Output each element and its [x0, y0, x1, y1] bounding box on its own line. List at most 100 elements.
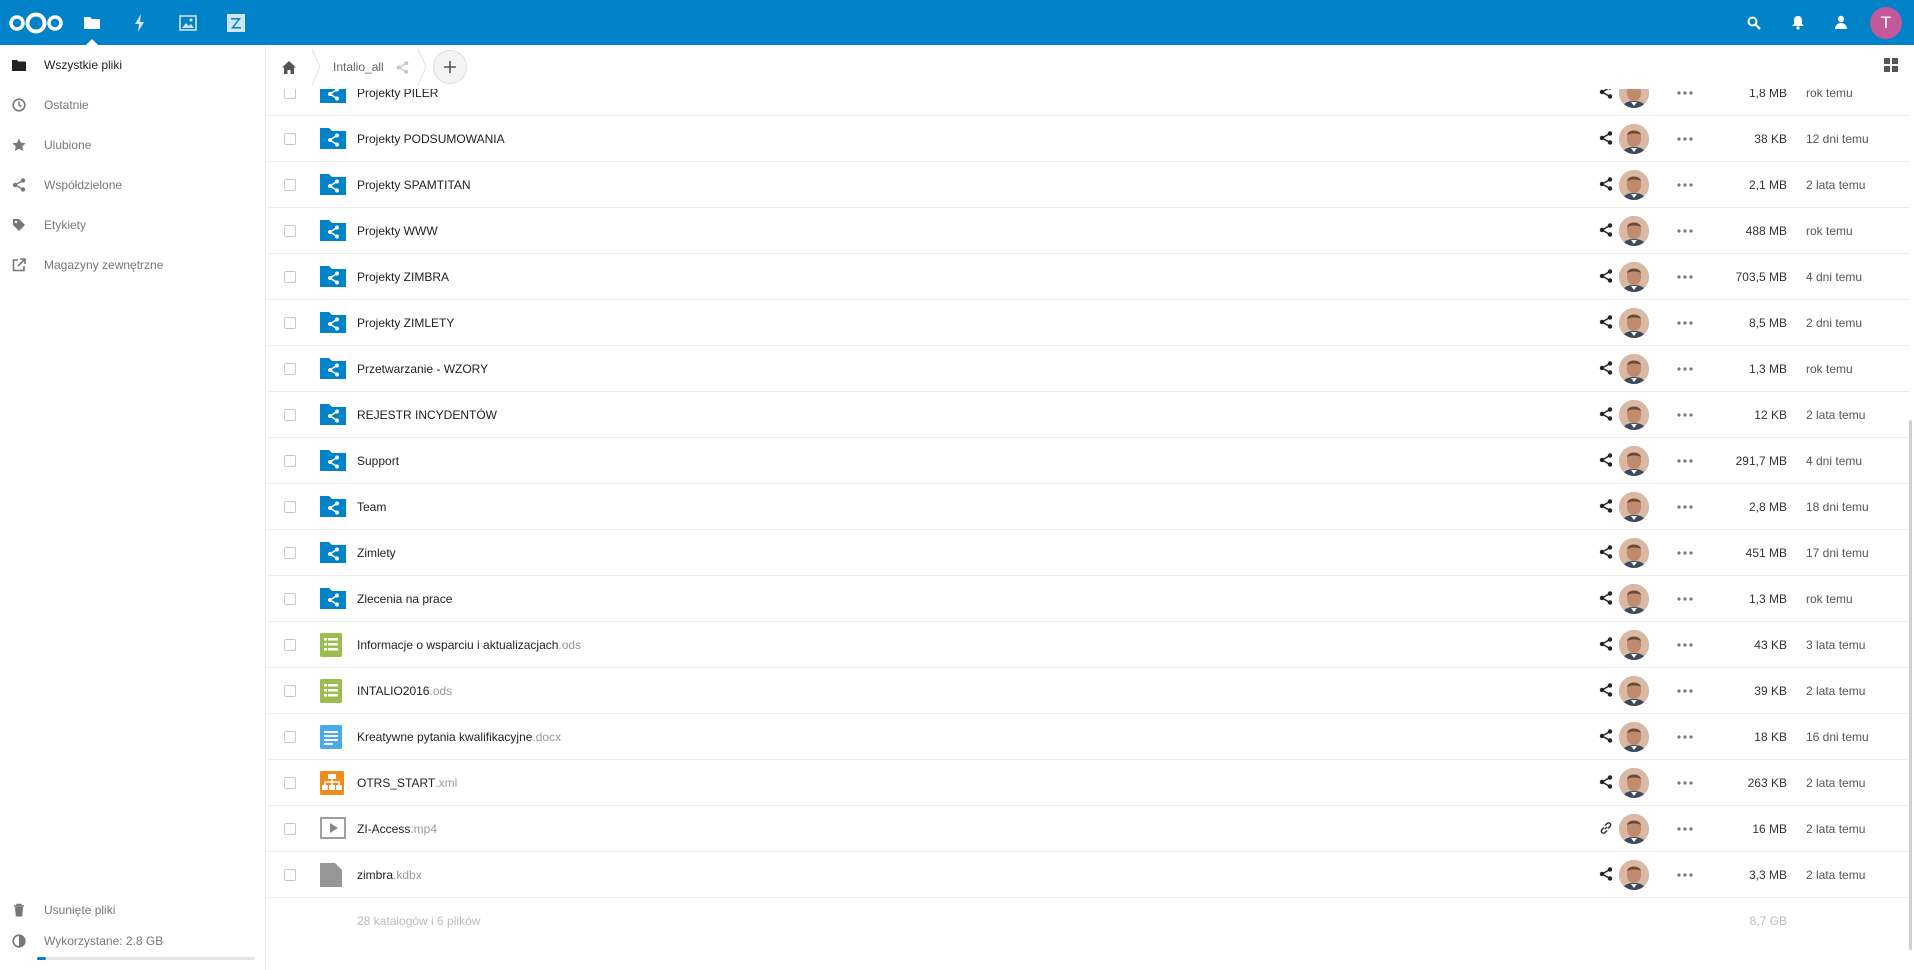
more-actions-icon[interactable] — [1677, 453, 1695, 469]
share-icon[interactable] — [1599, 269, 1615, 285]
sidebar-item-tags[interactable]: Etykiety — [0, 205, 265, 245]
quota-indicator[interactable]: Wykorzystane: 2.8 GB — [0, 924, 266, 958]
select-checkbox[interactable] — [284, 455, 296, 467]
file-name[interactable]: INTALIO2016 .ods — [357, 668, 452, 714]
share-icon[interactable] — [1599, 499, 1615, 515]
link-icon[interactable] — [1599, 821, 1615, 837]
file-name[interactable]: Team — [357, 484, 386, 530]
share-icon[interactable] — [1599, 315, 1615, 331]
owner-avatar[interactable] — [1619, 584, 1649, 614]
more-actions-icon[interactable] — [1677, 591, 1695, 607]
select-checkbox[interactable] — [284, 363, 296, 375]
more-actions-icon[interactable] — [1677, 223, 1695, 239]
file-name[interactable]: Zlecenia na prace — [357, 576, 452, 622]
select-checkbox[interactable] — [284, 823, 296, 835]
owner-avatar[interactable] — [1619, 814, 1649, 844]
table-row[interactable]: Support 291,7 MB 4 dni temu — [267, 438, 1910, 484]
table-row[interactable]: Projekty SPAMTITAN 2,1 MB 2 lata temu — [267, 162, 1910, 208]
table-row[interactable]: Team 2,8 MB 18 dni temu — [267, 484, 1910, 530]
activity-app-icon[interactable] — [116, 0, 164, 45]
select-checkbox[interactable] — [284, 777, 296, 789]
more-actions-icon[interactable] — [1677, 315, 1695, 331]
file-name[interactable]: Kreatywne pytania kwalifikacyjne .docx — [357, 714, 561, 760]
file-name[interactable]: OTRS_START .xml — [357, 760, 457, 806]
file-name[interactable]: REJESTR INCYDENTÓW — [357, 392, 497, 438]
file-name[interactable]: Informacje o wsparciu i aktualizacjach .o… — [357, 622, 581, 668]
select-checkbox[interactable] — [284, 685, 296, 697]
more-actions-icon[interactable] — [1677, 269, 1695, 285]
sidebar-item-external-storage[interactable]: Magazyny zewnętrzne — [0, 245, 265, 285]
more-actions-icon[interactable] — [1677, 177, 1695, 193]
new-file-button[interactable] — [432, 50, 467, 84]
file-name[interactable]: Projekty SPAMTITAN — [357, 162, 471, 208]
more-actions-icon[interactable] — [1677, 775, 1695, 791]
sidebar-item-recent[interactable]: Ostatnie — [0, 85, 265, 125]
more-actions-icon[interactable] — [1677, 499, 1695, 515]
file-name[interactable]: Projekty ZIMBRA — [357, 254, 449, 300]
select-checkbox[interactable] — [284, 133, 296, 145]
more-actions-icon[interactable] — [1677, 821, 1695, 837]
owner-avatar[interactable] — [1619, 722, 1649, 752]
sidebar-item-all-files[interactable]: Wszystkie pliki — [0, 45, 265, 85]
file-name[interactable]: ZI-Access .mp4 — [357, 806, 437, 852]
more-actions-icon[interactable] — [1677, 545, 1695, 561]
share-icon[interactable] — [396, 60, 409, 74]
table-row[interactable]: Projekty ZIMLETY 8,5 MB 2 dni temu — [267, 300, 1910, 346]
select-checkbox[interactable] — [284, 501, 296, 513]
share-icon[interactable] — [1599, 545, 1615, 561]
owner-avatar[interactable] — [1619, 768, 1649, 798]
file-name[interactable]: Support — [357, 438, 399, 484]
share-icon[interactable] — [1599, 223, 1615, 239]
share-icon[interactable] — [1599, 453, 1615, 469]
gallery-app-icon[interactable] — [164, 0, 212, 45]
table-row[interactable]: Projekty PODSUMOWANIA 38 KB 12 dni temu — [267, 116, 1910, 162]
owner-avatar[interactable] — [1619, 216, 1649, 246]
owner-avatar[interactable] — [1619, 262, 1649, 292]
share-icon[interactable] — [1599, 637, 1615, 653]
select-checkbox[interactable] — [284, 179, 296, 191]
owner-avatar[interactable] — [1619, 354, 1649, 384]
grid-view-toggle-icon[interactable] — [1884, 58, 1902, 76]
home-icon[interactable] — [267, 45, 311, 89]
owner-avatar[interactable] — [1619, 400, 1649, 430]
scrollbar[interactable] — [1909, 420, 1912, 950]
table-row[interactable]: Kreatywne pytania kwalifikacyjne .docx 18 … — [267, 714, 1910, 760]
select-checkbox[interactable] — [284, 869, 296, 881]
more-actions-icon[interactable] — [1677, 867, 1695, 883]
file-name[interactable]: Projekty WWW — [357, 208, 438, 254]
zimbra-app-icon[interactable] — [212, 0, 260, 45]
table-row[interactable]: zimbra .kdbx 3,3 MB 2 lata temu — [267, 852, 1910, 898]
select-checkbox[interactable] — [284, 225, 296, 237]
owner-avatar[interactable] — [1619, 676, 1649, 706]
share-icon[interactable] — [1599, 775, 1615, 791]
select-checkbox[interactable] — [284, 409, 296, 421]
table-row[interactable]: Zlecenia na prace 1,3 MB rok temu — [267, 576, 1910, 622]
owner-avatar[interactable] — [1619, 170, 1649, 200]
file-name[interactable]: zimbra .kdbx — [357, 852, 422, 898]
more-actions-icon[interactable] — [1677, 361, 1695, 377]
more-actions-icon[interactable] — [1677, 407, 1695, 423]
select-checkbox[interactable] — [284, 731, 296, 743]
file-name[interactable]: Przetwarzanie - WZORY — [357, 346, 488, 392]
owner-avatar[interactable] — [1619, 308, 1649, 338]
select-checkbox[interactable] — [284, 639, 296, 651]
table-row[interactable]: Projekty WWW 488 MB rok temu — [267, 208, 1910, 254]
table-row[interactable]: Informacje o wsparciu i aktualizacjach .o… — [267, 622, 1910, 668]
owner-avatar[interactable] — [1619, 860, 1649, 890]
share-icon[interactable] — [1599, 361, 1615, 377]
more-actions-icon[interactable] — [1677, 729, 1695, 745]
select-checkbox[interactable] — [284, 547, 296, 559]
owner-avatar[interactable] — [1619, 492, 1649, 522]
share-icon[interactable] — [1599, 591, 1615, 607]
nextcloud-logo-icon[interactable] — [4, 0, 68, 45]
more-actions-icon[interactable] — [1677, 683, 1695, 699]
file-name[interactable]: Projekty PODSUMOWANIA — [357, 116, 505, 162]
breadcrumb-current[interactable]: Intalio_all — [321, 45, 417, 89]
table-row[interactable]: Zimlety 451 MB 17 dni temu — [267, 530, 1910, 576]
table-row[interactable]: ZI-Access .mp4 16 MB 2 lata temu — [267, 806, 1910, 852]
table-row[interactable]: INTALIO2016 .ods 39 KB 2 lata temu — [267, 668, 1910, 714]
sidebar-item-shared[interactable]: Współdzielone — [0, 165, 265, 205]
file-name[interactable]: Zimlety — [357, 530, 396, 576]
share-icon[interactable] — [1599, 729, 1615, 745]
table-row[interactable]: Projekty ZIMBRA 703,5 MB 4 dni temu — [267, 254, 1910, 300]
